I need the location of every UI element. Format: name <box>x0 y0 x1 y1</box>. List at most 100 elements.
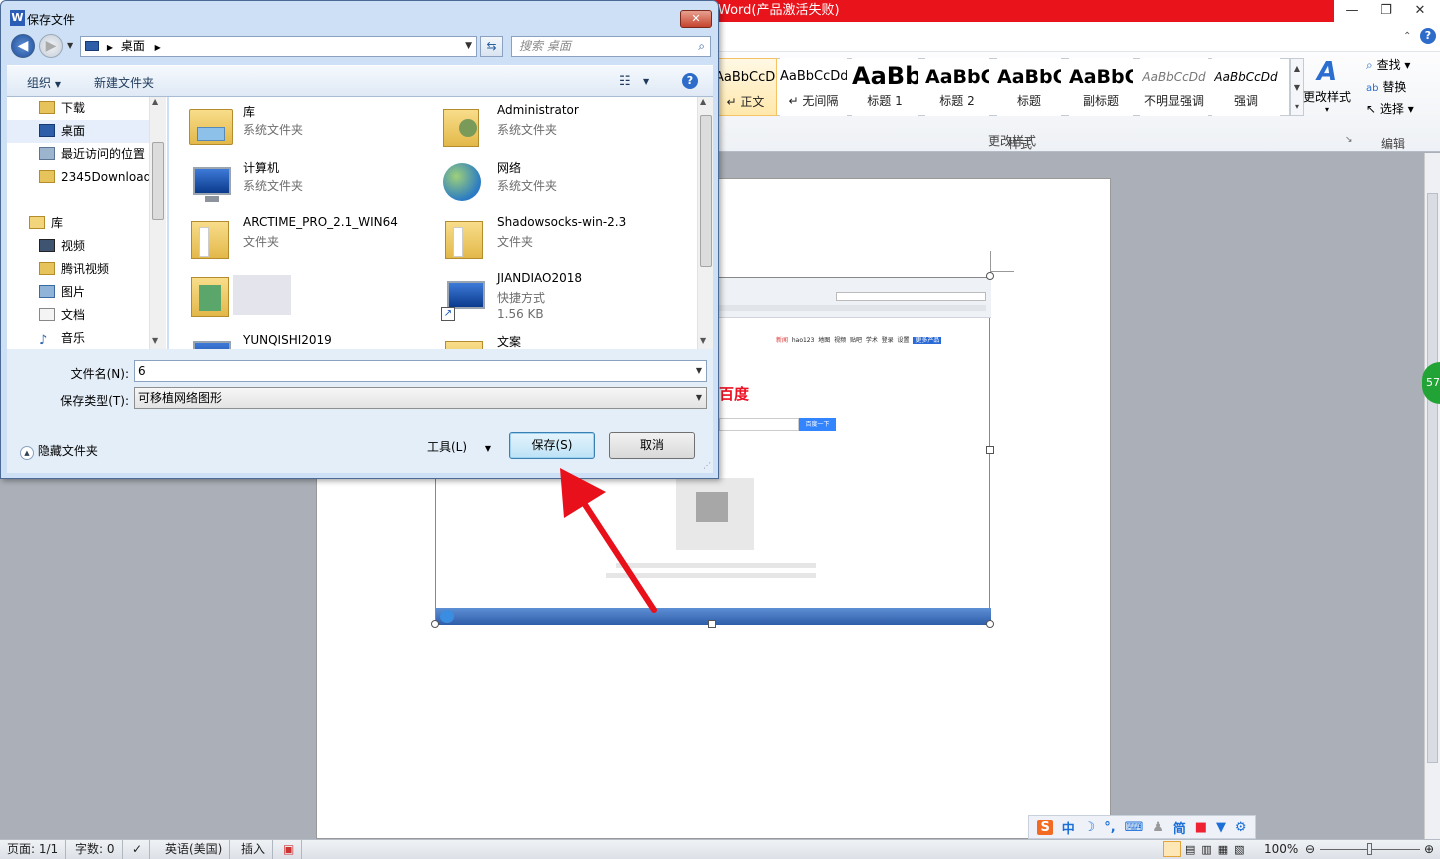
nav-item-pictures[interactable]: 图片 <box>7 281 149 304</box>
resize-handle[interactable] <box>986 272 994 280</box>
select-button[interactable]: ↖ 选择 ▾ <box>1366 100 1414 117</box>
vertical-scrollbar[interactable] <box>1424 153 1440 839</box>
gear-icon[interactable]: ⚙ <box>1235 820 1247 835</box>
punctuation-icon[interactable]: °, <box>1104 820 1115 835</box>
view-options-icon[interactable]: ☷ <box>619 74 631 89</box>
dialog-launcher-icon[interactable]: ↘ <box>1345 135 1353 145</box>
search-input[interactable]: 搜索 桌面 ⌕ <box>511 36 711 57</box>
scroll-thumb[interactable] <box>1427 193 1438 763</box>
nav-item-recent[interactable]: 最近访问的位置 <box>7 143 149 166</box>
word-count[interactable]: 字数: 0 <box>68 840 123 859</box>
resize-handle[interactable] <box>986 446 994 454</box>
style-heading-1[interactable]: AaBb 标题 1 <box>852 58 918 116</box>
file-item-arctime[interactable]: ARCTIME_PRO_2.1_WIN64 文件夹 <box>187 209 437 265</box>
cancel-button[interactable]: 取消 <box>609 432 695 459</box>
insert-mode[interactable]: 插入 <box>234 840 274 859</box>
ime-chinese-mode[interactable]: 中 <box>1062 818 1075 837</box>
zoom-in-button[interactable]: ⊕ <box>1424 840 1434 859</box>
scroll-down-icon[interactable]: ▼ <box>700 336 706 345</box>
hide-folders-toggle[interactable]: ▲ 隐藏文件夹 <box>20 442 98 460</box>
style-title[interactable]: AaBbC 标题 <box>997 58 1061 116</box>
recent-pages-chevron-icon[interactable]: ▼ <box>67 41 73 50</box>
style-no-spacing[interactable]: AaBbCcDd ↵ 无间隔 <box>780 58 847 116</box>
nav-item-tencent-video[interactable]: 腾讯视频 <box>7 258 149 281</box>
keyboard-icon[interactable]: ⌨ <box>1125 820 1144 835</box>
breadcrumb-chevron-icon[interactable]: ▶ <box>155 43 161 52</box>
style-subtitle[interactable]: AaBbC 副标题 <box>1069 58 1133 116</box>
resize-handle[interactable] <box>708 620 716 628</box>
maximize-button[interactable]: ❐ <box>1369 0 1403 22</box>
language-indicator[interactable]: 英语(美国) <box>158 840 231 859</box>
scroll-down-icon[interactable]: ▼ <box>152 336 158 345</box>
nav-item-videos[interactable]: 视频 <box>7 235 149 258</box>
print-layout-view-icon[interactable] <box>1163 841 1181 857</box>
scroll-up-icon[interactable]: ▲ <box>700 97 706 106</box>
replace-button[interactable]: ab 替换 <box>1366 78 1406 95</box>
view-dropdown-icon[interactable]: ▼ <box>643 77 649 86</box>
file-item-yunqishi2019[interactable]: YUNQISHI2019 <box>187 327 437 349</box>
change-styles-button[interactable]: A 更改样式 ▾ <box>1300 56 1354 122</box>
style-emphasis[interactable]: AaBbCcDd 强调 <box>1212 58 1280 116</box>
file-item-computer[interactable]: 计算机 系统文件夹 <box>187 153 437 209</box>
breadcrumb-item[interactable]: 桌面 <box>121 39 145 53</box>
refresh-button[interactable]: ⇆ <box>480 36 503 57</box>
nav-item-desktop[interactable]: 桌面 <box>7 120 149 143</box>
zoom-slider-thumb[interactable] <box>1367 843 1372 855</box>
file-item-shadowsocks[interactable]: Shadowsocks-win-2.3 文件夹 <box>441 209 691 265</box>
nav-item-library[interactable]: 库 <box>7 212 149 235</box>
file-list-scrollbar[interactable]: ▲ ▼ <box>697 97 713 349</box>
filename-dropdown-icon[interactable]: ▼ <box>696 361 702 381</box>
new-folder-button[interactable]: 新建文件夹 <box>94 74 154 91</box>
scroll-thumb[interactable] <box>152 142 164 220</box>
proofing-icon[interactable]: ✓ <box>125 840 151 859</box>
filetype-dropdown-icon[interactable]: ▼ <box>696 388 702 408</box>
skin-icon[interactable]: ▼ <box>1216 820 1226 835</box>
style-subtle-emphasis[interactable]: AaBbCcDd 不明显强调 <box>1140 58 1208 116</box>
minimize-button[interactable]: — <box>1335 0 1369 22</box>
view-buttons[interactable]: ▤▥▦▧ <box>1185 840 1251 859</box>
file-item-jiandiao2018[interactable]: ↗ JIANDIAO2018 快捷方式 1.56 KB <box>441 265 691 327</box>
address-bar[interactable]: ▶ 桌面 ▶ ▼ <box>80 36 477 57</box>
dialog-close-button[interactable]: ✕ <box>680 10 712 28</box>
file-item-administrator[interactable]: Administrator 系统文件夹 <box>441 97 691 153</box>
macro-record-icon[interactable]: ▣ <box>276 840 303 859</box>
collapse-ribbon-icon[interactable]: ⌃ <box>1403 31 1411 42</box>
nav-item-downloads[interactable]: 下载 <box>7 97 149 120</box>
find-button[interactable]: ⌕ 查找 ▾ <box>1366 56 1410 73</box>
help-icon[interactable]: ? <box>682 73 698 89</box>
file-item-blurred-folder[interactable] <box>187 265 437 321</box>
address-dropdown-icon[interactable]: ▼ <box>465 37 472 56</box>
resize-handle[interactable] <box>431 620 439 628</box>
forward-button[interactable]: ▶ <box>39 34 63 58</box>
style-heading-2[interactable]: AaBbC 标题 2 <box>925 58 989 116</box>
organize-button[interactable]: 组织 ▼ <box>27 74 61 91</box>
filename-input[interactable]: 6 ▼ <box>134 360 707 382</box>
sogou-logo-icon[interactable]: S <box>1037 819 1053 835</box>
nav-item-documents[interactable]: 文档 <box>7 304 149 327</box>
scroll-up-icon[interactable]: ▲ <box>152 97 158 106</box>
user-icon[interactable]: ♟ <box>1152 820 1164 835</box>
nav-item-music[interactable]: ♪ 音乐 <box>7 327 149 350</box>
nav-item-2345downloads[interactable]: 2345Downloads <box>7 166 149 189</box>
scroll-thumb[interactable] <box>700 115 712 267</box>
file-item-wenan[interactable]: 文案 <box>441 327 691 349</box>
nav-pane-scrollbar[interactable]: ▲ ▼ <box>149 97 166 349</box>
tools-button[interactable]: 工具(L) ▼ <box>427 438 491 455</box>
file-item-library[interactable]: 库 系统文件夹 <box>187 97 437 153</box>
resize-grip-icon[interactable]: ⋰ <box>703 461 711 470</box>
question-circle-icon[interactable]: ? <box>1420 28 1436 44</box>
ime-toolbar[interactable]: S 中 ☽ °, ⌨ ♟ 简 ■ ▼ ⚙ <box>1028 815 1256 839</box>
filetype-select[interactable]: 可移植网络图形 ▼ <box>134 387 707 409</box>
file-item-network[interactable]: 网络 系统文件夹 <box>441 153 691 209</box>
zoom-level[interactable]: 100% <box>1264 840 1298 859</box>
page-count[interactable]: 页面: 1/1 <box>0 840 67 859</box>
save-button[interactable]: 保存(S) <box>509 432 595 459</box>
back-button[interactable]: ◀ <box>11 34 35 58</box>
ime-simplified-mode[interactable]: 简 <box>1173 818 1186 837</box>
style-normal[interactable]: AaBbCcDd ↵ 正文 <box>714 58 777 116</box>
zoom-out-button[interactable]: ⊖ <box>1305 840 1315 859</box>
moon-icon[interactable]: ☽ <box>1084 820 1096 835</box>
resize-handle[interactable] <box>986 620 994 628</box>
close-window-button[interactable]: ✕ <box>1403 0 1437 22</box>
video-icon[interactable]: ■ <box>1195 820 1207 835</box>
